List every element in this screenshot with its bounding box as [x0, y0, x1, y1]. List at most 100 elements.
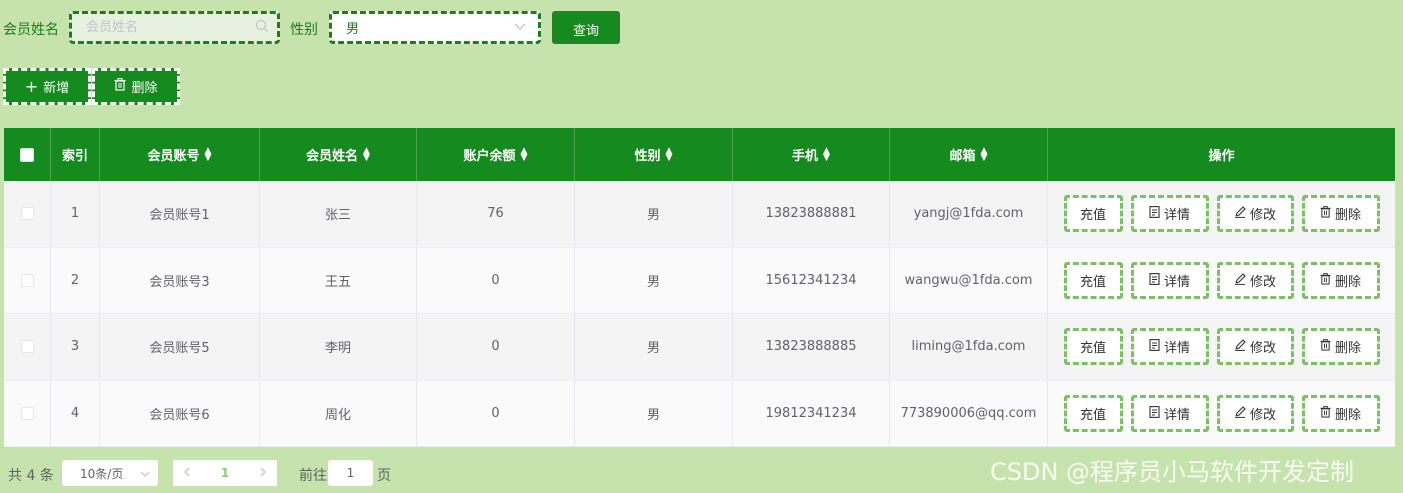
- goto-label: 前往: [299, 468, 327, 484]
- header-name[interactable]: 会员姓名 ▲ ▼: [260, 128, 417, 181]
- header-balance-label: 账户余额: [463, 149, 516, 164]
- recharge-button[interactable]: 充值: [1063, 261, 1123, 299]
- document-icon: [1149, 206, 1160, 221]
- current-page[interactable]: 1: [221, 466, 229, 480]
- add-button[interactable]: + 新增: [3, 68, 91, 105]
- cell-name: 王五: [260, 247, 417, 313]
- table-row: 1 会员账号1 张三 76 男 13823888881 yangj@1fda.c…: [4, 181, 1395, 248]
- member-name-input-wrapper[interactable]: [69, 11, 280, 44]
- add-button-label: 新增: [43, 81, 70, 96]
- total-count: 共 4 条: [8, 468, 54, 484]
- member-name-input[interactable]: [86, 20, 255, 35]
- detail-label: 详情: [1163, 341, 1190, 357]
- edit-icon: [1234, 272, 1246, 288]
- header-account[interactable]: 会员账号 ▲ ▼: [100, 128, 260, 181]
- row-checkbox[interactable]: [20, 273, 34, 287]
- page-size-select[interactable]: 10条/页: [62, 460, 158, 486]
- row-checkbox[interactable]: [20, 340, 34, 354]
- member-table: 索引 会员账号 ▲ ▼ 会员姓名 ▲ ▼ 账户余额 ▲ ▼ 性别 ▲ ▼ 手机 ▲ ▼ 邮…: [4, 128, 1395, 447]
- plus-icon: +: [24, 76, 39, 96]
- header-name-label: 会员姓名: [306, 149, 359, 164]
- sort-icon[interactable]: ▲ ▼: [981, 146, 988, 162]
- gender-select[interactable]: 男: [329, 11, 541, 44]
- cell-ops: 充值 详情 修改 删除: [1048, 314, 1395, 380]
- select-all-cell: [4, 128, 51, 181]
- detail-button[interactable]: 详情: [1130, 261, 1209, 299]
- prev-page-icon[interactable]: [183, 466, 190, 480]
- delete-button[interactable]: 删除: [1301, 394, 1380, 432]
- cell-email: 773890006@qq.com: [890, 380, 1048, 446]
- gender-select-value: 男: [346, 22, 360, 37]
- row-checkbox[interactable]: [20, 406, 34, 420]
- page-size-value: 10条/页: [80, 466, 124, 481]
- edit-button[interactable]: 修改: [1216, 394, 1294, 432]
- cell-email: wangwu@1fda.com: [890, 247, 1048, 313]
- cell-name: 周化: [260, 380, 417, 446]
- detail-button[interactable]: 详情: [1130, 394, 1209, 432]
- table-row: 3 会员账号5 李明 0 男 13823888885 liming@1fda.c…: [4, 314, 1395, 381]
- cell-gender: 男: [575, 314, 733, 380]
- trash-icon: [1320, 272, 1331, 288]
- row-select-cell: [4, 380, 51, 446]
- chevron-down-icon: [140, 466, 150, 480]
- goto-page-input[interactable]: 1: [328, 460, 373, 486]
- cell-index: 3: [51, 314, 100, 380]
- recharge-label: 充值: [1079, 407, 1106, 423]
- cell-account: 会员账号3: [100, 247, 260, 313]
- sort-icon[interactable]: ▲ ▼: [666, 146, 673, 162]
- detail-button[interactable]: 详情: [1130, 195, 1209, 233]
- header-balance[interactable]: 账户余额 ▲ ▼: [417, 128, 575, 181]
- sort-icon[interactable]: ▲ ▼: [521, 146, 528, 162]
- recharge-button[interactable]: 充值: [1063, 394, 1123, 432]
- sort-icon[interactable]: ▲ ▼: [823, 146, 830, 162]
- cell-phone: 19812341234: [733, 380, 890, 446]
- delete-label: 删除: [1334, 208, 1361, 224]
- edit-label: 修改: [1249, 274, 1276, 290]
- edit-button[interactable]: 修改: [1216, 261, 1294, 299]
- header-gender-label: 性别: [634, 149, 661, 164]
- edit-label: 修改: [1249, 208, 1276, 224]
- cell-gender: 男: [575, 380, 733, 446]
- gender-label: 性别: [290, 22, 318, 38]
- batch-delete-button[interactable]: 删除: [92, 68, 180, 105]
- edit-button[interactable]: 修改: [1216, 195, 1294, 233]
- next-page-icon[interactable]: [260, 466, 267, 480]
- document-icon: [1149, 272, 1160, 288]
- trash-icon: [114, 78, 126, 95]
- delete-button[interactable]: 删除: [1301, 328, 1380, 366]
- cell-email: liming@1fda.com: [890, 314, 1048, 380]
- cell-phone: 13823888885: [733, 314, 890, 380]
- recharge-button[interactable]: 充值: [1063, 328, 1123, 366]
- sort-icon[interactable]: ▲ ▼: [363, 146, 370, 162]
- delete-label: 删除: [1334, 407, 1361, 423]
- edit-label: 修改: [1249, 341, 1276, 357]
- delete-label: 删除: [1334, 341, 1361, 357]
- sort-icon[interactable]: ▲ ▼: [205, 146, 212, 162]
- table-body: 1 会员账号1 张三 76 男 13823888881 yangj@1fda.c…: [4, 181, 1395, 447]
- pager: 1: [173, 460, 277, 486]
- table-row: 2 会员账号3 王五 0 男 15612341234 wangwu@1fda.c…: [4, 247, 1395, 314]
- search-icon: [255, 19, 269, 37]
- edit-icon: [1234, 405, 1246, 421]
- query-button[interactable]: 查询: [552, 11, 620, 44]
- cell-balance: 0: [417, 380, 575, 446]
- cell-phone: 15612341234: [733, 247, 890, 313]
- cell-phone: 13823888881: [733, 181, 890, 247]
- header-email[interactable]: 邮箱 ▲ ▼: [890, 128, 1048, 181]
- select-all-checkbox[interactable]: [20, 147, 34, 162]
- header-gender[interactable]: 性别 ▲ ▼: [575, 128, 733, 181]
- detail-button[interactable]: 详情: [1130, 328, 1209, 366]
- delete-button[interactable]: 删除: [1301, 261, 1380, 299]
- cell-index: 2: [51, 247, 100, 313]
- row-select-cell: [4, 314, 51, 380]
- recharge-button[interactable]: 充值: [1063, 195, 1123, 233]
- edit-button[interactable]: 修改: [1216, 328, 1294, 366]
- edit-label: 修改: [1249, 407, 1276, 423]
- table-header: 索引 会员账号 ▲ ▼ 会员姓名 ▲ ▼ 账户余额 ▲ ▼ 性别 ▲ ▼ 手机 ▲ ▼ 邮…: [4, 128, 1395, 181]
- row-checkbox[interactable]: [20, 207, 34, 221]
- cell-name: 李明: [260, 314, 417, 380]
- cell-index: 1: [51, 181, 100, 247]
- header-phone[interactable]: 手机 ▲ ▼: [733, 128, 890, 181]
- recharge-label: 充值: [1079, 341, 1106, 357]
- delete-button[interactable]: 删除: [1301, 195, 1380, 233]
